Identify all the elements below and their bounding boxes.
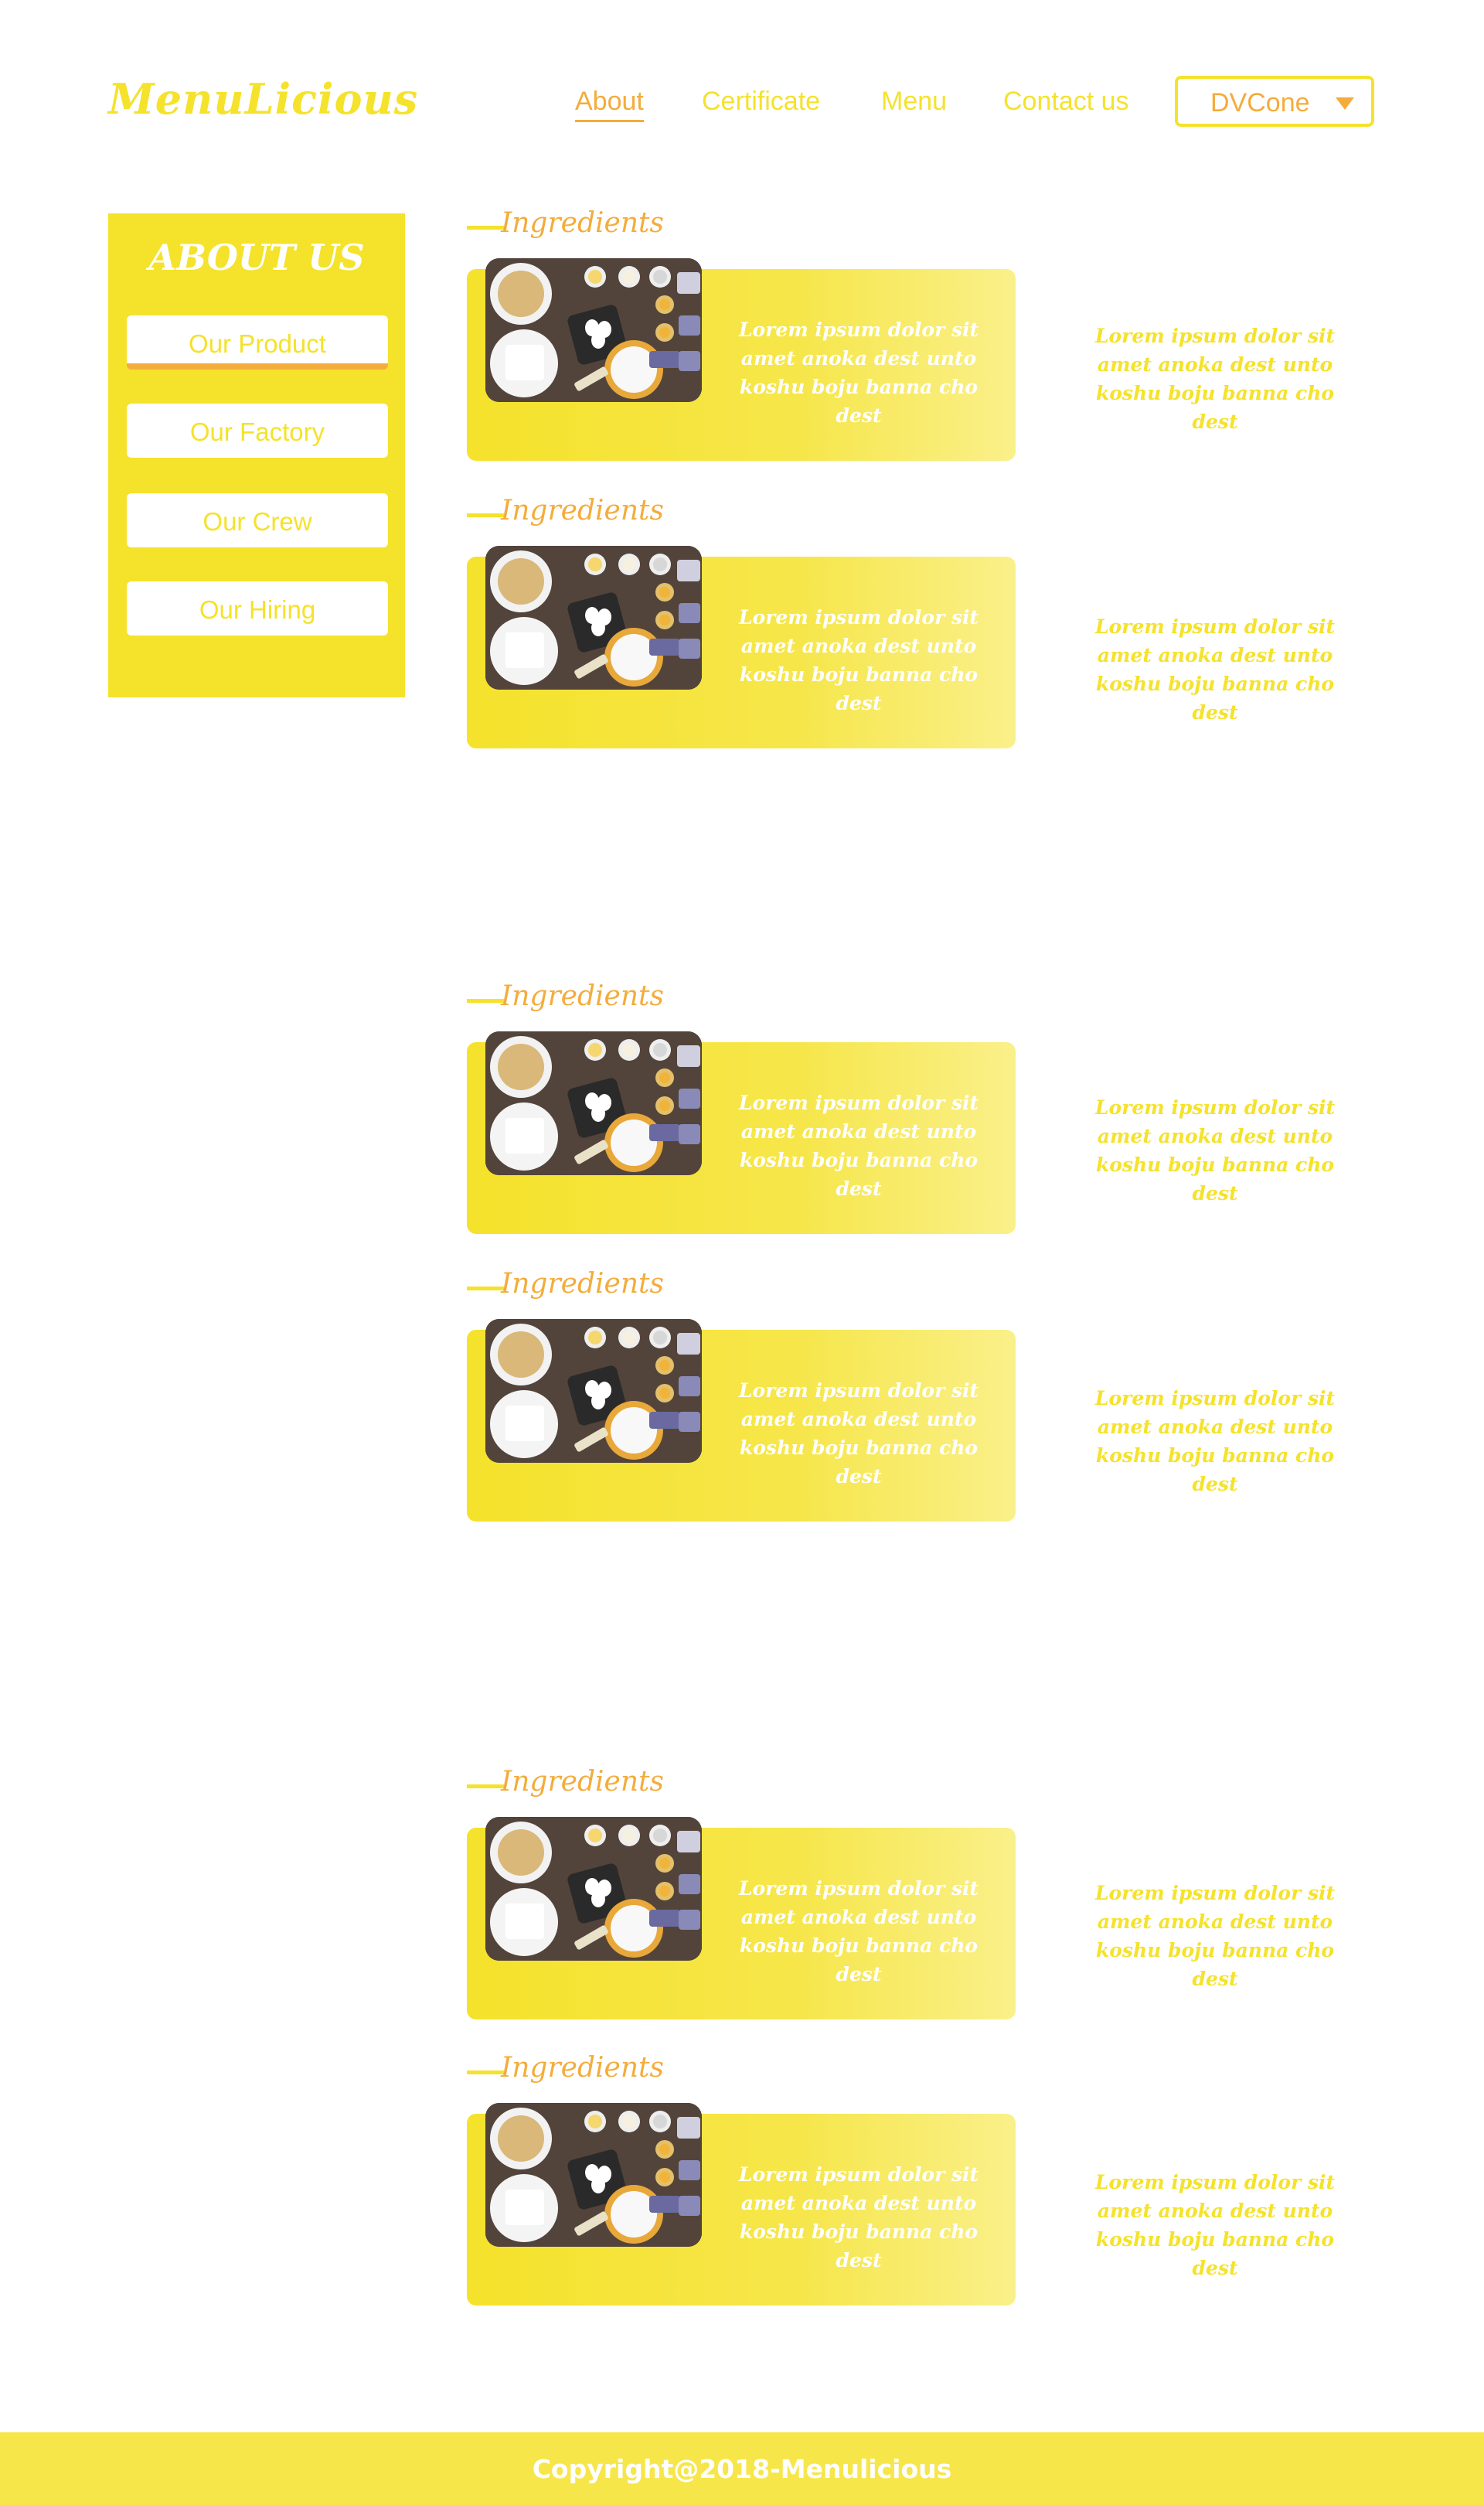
sidebar-item-our-crew[interactable]: Our Crew	[127, 493, 388, 547]
section-heading: Ingredients	[501, 1268, 664, 1300]
heading-underline	[467, 513, 504, 517]
section-heading: Ingredients	[501, 980, 664, 1012]
sidebar-item-label: Our Product	[189, 329, 326, 358]
side-description: Lorem ipsum dolor sit amet anoka dest un…	[1094, 325, 1336, 433]
sidebar-item-our-factory[interactable]: Our Factory	[127, 404, 388, 458]
heading-underline	[467, 1784, 504, 1788]
about-sidebar: ABOUT US Our Product Our Factory Our Cre…	[108, 213, 405, 697]
side-description: Lorem ipsum dolor sit amet anoka dest un…	[1094, 1096, 1336, 1205]
section-heading: Ingredients	[501, 1766, 664, 1798]
nav-menu[interactable]: Menu	[881, 87, 947, 117]
section-heading: Ingredients	[501, 207, 664, 239]
ingredients-section: Ingredients Lorem ipsum dolor sit amet a…	[467, 980, 1422, 1234]
sidebar-title: ABOUT US	[148, 237, 365, 278]
card-description: Lorem ipsum dolor sit amet anoka dest un…	[738, 1877, 979, 1985]
nav-certificate[interactable]: Certificate	[702, 87, 820, 117]
sidebar-item-our-product[interactable]: Our Product	[127, 315, 388, 370]
section-heading: Ingredients	[501, 2052, 664, 2084]
ingredients-section: Ingredients Lorem ipsum dolor sit amet a…	[467, 1268, 1422, 1522]
dropdown-value: DVCone	[1210, 88, 1310, 118]
card-description: Lorem ipsum dolor sit amet anoka dest un…	[738, 1379, 979, 1488]
heading-underline	[467, 1287, 504, 1290]
card-description: Lorem ipsum dolor sit amet anoka dest un…	[738, 319, 979, 427]
ingredients-section: Ingredients Lorem ipsum dolor sit amet a…	[467, 2052, 1422, 2306]
nav-contact-us[interactable]: Contact us	[1003, 87, 1129, 117]
logo[interactable]: MenuLicious	[108, 74, 418, 124]
side-description: Lorem ipsum dolor sit amet anoka dest un…	[1094, 615, 1336, 724]
card-description: Lorem ipsum dolor sit amet anoka dest un…	[738, 2163, 979, 2272]
ingredients-photo	[485, 546, 702, 690]
section-heading: Ingredients	[501, 495, 664, 527]
sidebar-item-label: Our Hiring	[199, 595, 316, 624]
heading-underline	[467, 226, 504, 230]
ingredients-section: Ingredients Lorem ipsum dolor sit amet a…	[467, 207, 1422, 461]
nav-about[interactable]: About	[575, 87, 644, 122]
caret-down-icon	[1336, 97, 1354, 110]
card-description: Lorem ipsum dolor sit amet anoka dest un…	[738, 606, 979, 714]
sidebar-item-label: Our Factory	[189, 418, 325, 446]
copyright-text: Copyright@2018-Menulicious	[532, 2454, 952, 2484]
sidebar-item-our-hiring[interactable]: Our Hiring	[127, 581, 388, 636]
footer: Copyright@2018-Menulicious	[0, 2432, 1484, 2505]
ingredients-section: Ingredients Lorem ipsum dolor sit amet a…	[467, 1766, 1422, 2019]
ingredients-photo	[485, 258, 702, 402]
side-description: Lorem ipsum dolor sit amet anoka dest un…	[1094, 1882, 1336, 1990]
ingredients-section: Ingredients Lorem ipsum dolor sit amet a…	[467, 495, 1422, 748]
ingredients-photo	[485, 2103, 702, 2247]
card-description: Lorem ipsum dolor sit amet anoka dest un…	[738, 1092, 979, 1200]
ingredients-photo	[485, 1817, 702, 1961]
side-description: Lorem ipsum dolor sit amet anoka dest un…	[1094, 2171, 1336, 2279]
heading-underline	[467, 2070, 504, 2074]
sidebar-item-label: Our Crew	[203, 507, 312, 536]
account-dropdown[interactable]: DVCone	[1175, 76, 1374, 127]
heading-underline	[467, 999, 504, 1003]
ingredients-photo	[485, 1319, 702, 1463]
ingredients-photo	[485, 1031, 702, 1175]
side-description: Lorem ipsum dolor sit amet anoka dest un…	[1094, 1387, 1336, 1495]
